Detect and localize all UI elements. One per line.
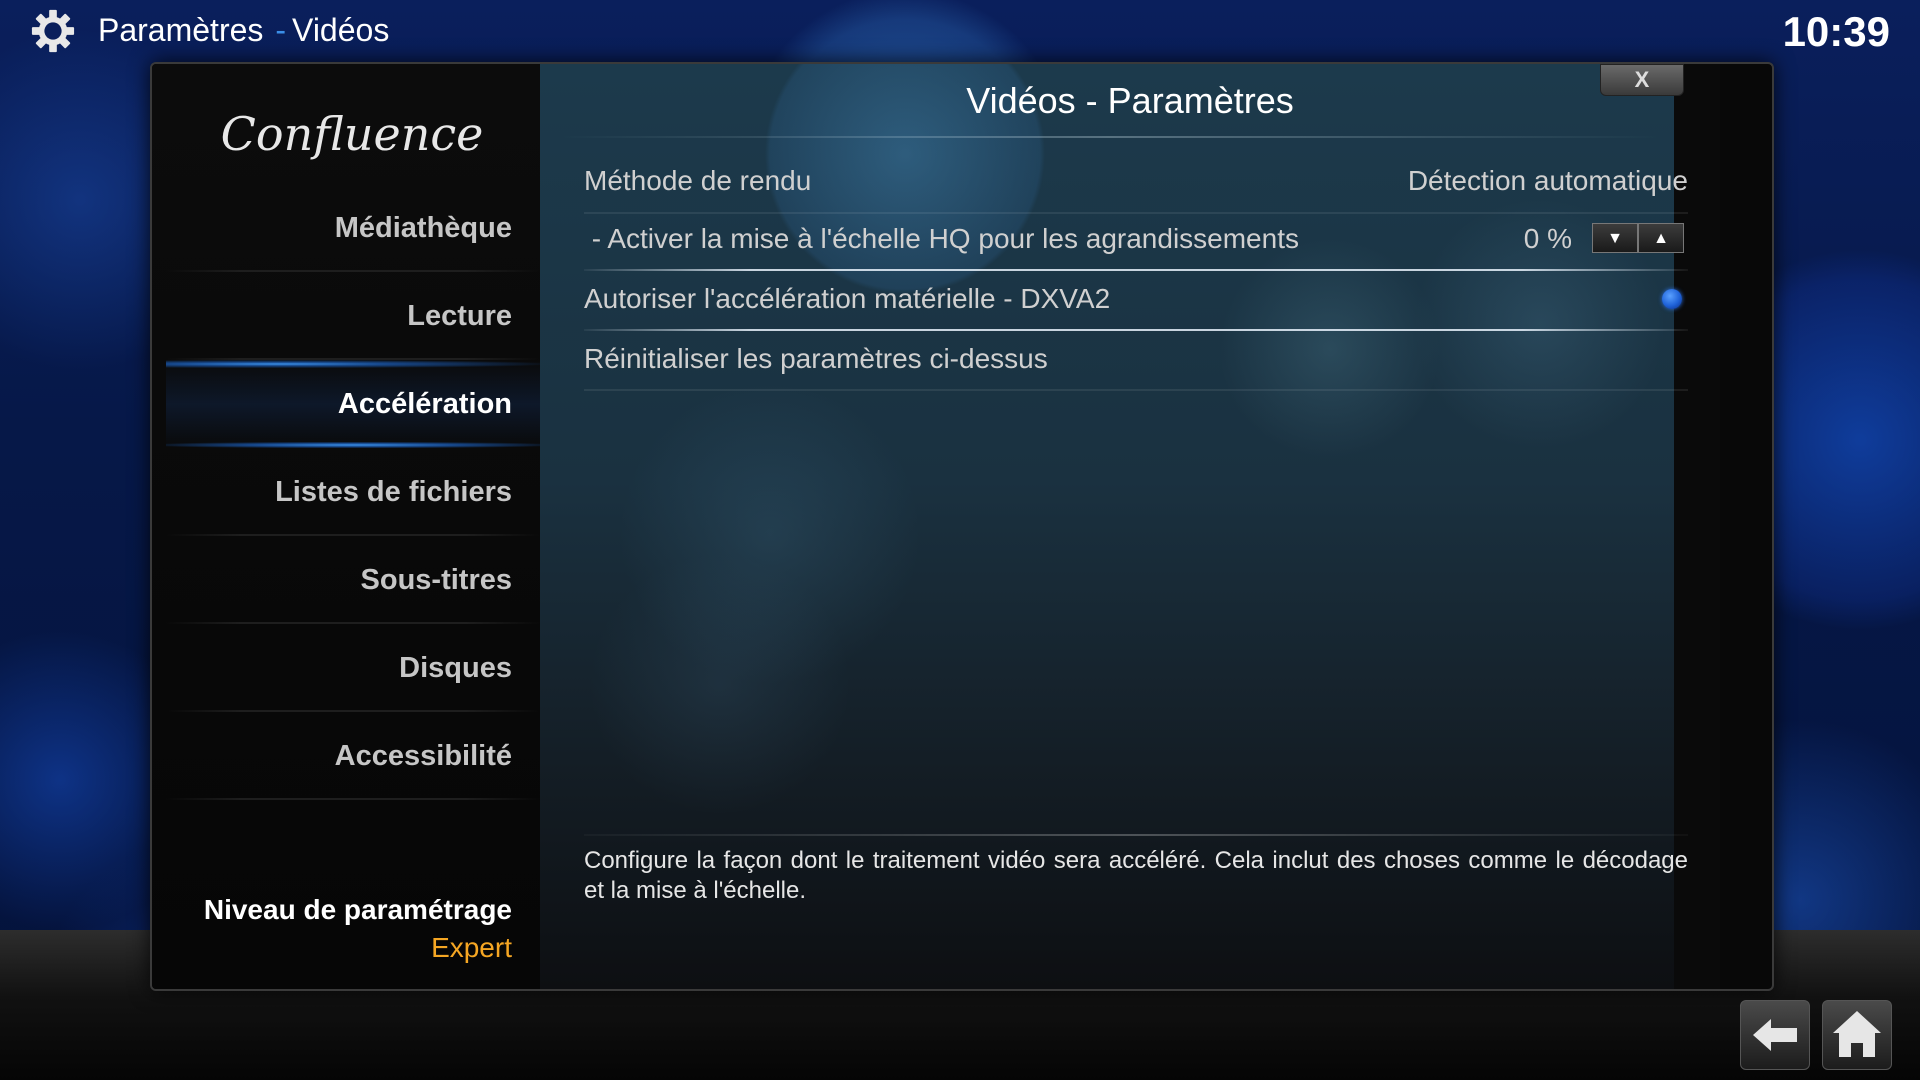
- settings-level-label[interactable]: Niveau de paramétrage: [204, 894, 512, 926]
- title-divider: [560, 136, 1660, 138]
- home-button[interactable]: [1822, 1000, 1892, 1070]
- back-arrow-icon: [1753, 1019, 1797, 1051]
- increase-button[interactable]: ▲: [1638, 223, 1684, 253]
- dialog-title: Vidéos - Paramètres: [966, 80, 1294, 121]
- sidebar-item-accessibilite[interactable]: Accessibilité: [166, 712, 540, 800]
- breadcrumb-section: Paramètres: [98, 12, 264, 48]
- decrease-button[interactable]: ▼: [1592, 223, 1638, 253]
- setting-hw-acceleration[interactable]: Autoriser l'accélération matérielle - DX…: [584, 270, 1688, 328]
- sidebar-item-sous-titres[interactable]: Sous-titres: [166, 536, 540, 624]
- settings-dialog: Confluence Médiathèque Lecture Accélérat…: [150, 62, 1774, 991]
- setting-description: Configure la façon dont le traitement vi…: [584, 847, 1688, 904]
- sidebar-item-acceleration[interactable]: Accélération: [166, 360, 540, 448]
- svg-text:Confluence: Confluence: [222, 107, 482, 161]
- setting-value: Détection automatique: [1407, 165, 1688, 196]
- setting-label: - Activer la mise à l'échelle HQ pour le…: [584, 223, 1299, 254]
- setting-label: Autoriser l'accélération matérielle - DX…: [584, 283, 1111, 314]
- gear-icon: [31, 9, 75, 53]
- home-icon: [1833, 1011, 1881, 1057]
- description-divider: [584, 834, 1688, 836]
- sidebar-item-lecture[interactable]: Lecture: [166, 272, 540, 360]
- breadcrumb-separator: -: [275, 12, 287, 48]
- value-stepper: ▼ ▲: [1592, 223, 1688, 255]
- setting-label: Réinitialiser les paramètres ci-dessus: [584, 343, 1048, 374]
- top-bar: Paramètres - Vidéos 10:39: [0, 0, 1920, 60]
- confluence-logo: Confluence: [222, 107, 482, 161]
- breadcrumb: Paramètres - Vidéos: [98, 12, 389, 49]
- back-button[interactable]: [1740, 1000, 1810, 1070]
- clock: 10:39: [1782, 8, 1890, 55]
- setting-hq-upscaling[interactable]: - Activer la mise à l'échelle HQ pour le…: [584, 210, 1688, 268]
- row-divider: [584, 389, 1688, 391]
- sidebar-item-disques[interactable]: Disques: [166, 624, 540, 712]
- setting-label: Méthode de rendu: [584, 165, 812, 196]
- setting-reset[interactable]: Réinitialiser les paramètres ci-dessus: [584, 330, 1688, 388]
- setting-render-method[interactable]: Méthode de rendu Détection automatique: [584, 152, 1688, 210]
- toggle-enabled-icon[interactable]: [1662, 289, 1682, 309]
- sidebar-item-mediatheque[interactable]: Médiathèque: [166, 184, 540, 272]
- sidebar-item-listes-de-fichiers[interactable]: Listes de fichiers: [166, 448, 540, 536]
- settings-content: Vidéos - Paramètres X Méthode de rendu D…: [540, 64, 1720, 989]
- settings-level-value[interactable]: Expert: [431, 932, 512, 964]
- sidebar: Confluence Médiathèque Lecture Accélérat…: [152, 64, 540, 989]
- setting-value: 0 %: [1523, 223, 1572, 254]
- breadcrumb-page: Vidéos: [292, 12, 390, 48]
- close-button[interactable]: X: [1600, 64, 1684, 96]
